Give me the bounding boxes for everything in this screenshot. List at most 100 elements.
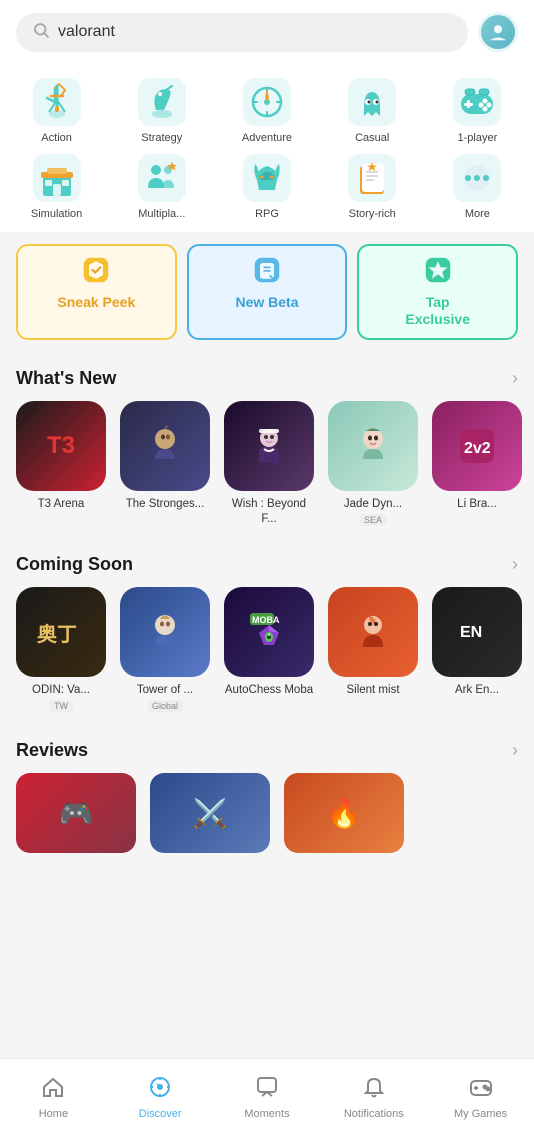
casual-label: Casual bbox=[355, 132, 389, 144]
new-beta-label: New Beta bbox=[235, 294, 298, 310]
tower-name: Tower of ... bbox=[137, 683, 193, 698]
nav-home[interactable]: Home bbox=[0, 1067, 107, 1128]
odin-name: ODIN: Va... bbox=[32, 683, 90, 698]
reviews-title: Reviews bbox=[16, 740, 88, 761]
adventure-icon bbox=[241, 76, 293, 128]
category-storyrich[interactable]: Story-rich bbox=[324, 152, 421, 220]
strongest-name: The Stronges... bbox=[126, 497, 205, 512]
search-icon bbox=[32, 21, 50, 44]
1player-label: 1-player bbox=[458, 132, 498, 144]
whats-new-header: What's New › bbox=[0, 352, 534, 397]
discover-icon bbox=[148, 1075, 172, 1105]
bottom-nav: Home Discover Moments bbox=[0, 1058, 534, 1136]
simulation-label: Simulation bbox=[31, 208, 82, 220]
silentmist-name: Silent mist bbox=[346, 683, 399, 698]
jadedyn-tag: SEA bbox=[359, 514, 387, 526]
category-casual[interactable]: Casual bbox=[324, 76, 421, 144]
li-name: Li Bra... bbox=[457, 497, 497, 512]
whats-new-row: T3 T3 Arena The Stronges... bbox=[0, 397, 534, 539]
avatar-icon bbox=[481, 15, 515, 49]
tower-tag: Global bbox=[147, 700, 183, 712]
whats-new-more-icon[interactable]: › bbox=[512, 368, 518, 389]
category-more[interactable]: More bbox=[429, 152, 526, 220]
category-action[interactable]: Action bbox=[8, 76, 105, 144]
ark-name: Ark En... bbox=[455, 683, 499, 698]
game-ark[interactable]: EN Ark En... bbox=[432, 587, 522, 712]
strategy-icon bbox=[136, 76, 188, 128]
game-strongest[interactable]: The Stronges... bbox=[120, 401, 210, 527]
nav-notifications[interactable]: Notifications bbox=[320, 1067, 427, 1128]
search-bar bbox=[0, 0, 534, 64]
1player-icon bbox=[451, 76, 503, 128]
nav-moments-label: Moments bbox=[244, 1108, 289, 1120]
category-strategy[interactable]: Strategy bbox=[113, 76, 210, 144]
home-icon bbox=[41, 1075, 65, 1105]
wishbeyond-name: Wish : Beyond F... bbox=[224, 497, 314, 527]
tap-exclusive-label: TapExclusive bbox=[405, 294, 470, 328]
sneak-peek-label: Sneak Peek bbox=[57, 294, 135, 310]
nav-my-games[interactable]: My Games bbox=[427, 1067, 534, 1128]
tap-exclusive-icon bbox=[424, 256, 452, 290]
tap-exclusive-tab[interactable]: TapExclusive bbox=[357, 244, 518, 340]
notifications-icon bbox=[362, 1075, 386, 1105]
new-beta-tab[interactable]: New Beta bbox=[187, 244, 348, 340]
game-jadedyn[interactable]: Jade Dyn... SEA bbox=[328, 401, 418, 527]
category-1player[interactable]: 1-player bbox=[429, 76, 526, 144]
moments-icon bbox=[255, 1075, 279, 1105]
search-input-wrap bbox=[16, 13, 468, 52]
category-multiplayer[interactable]: Multipla... bbox=[113, 152, 210, 220]
game-odin[interactable]: 奥丁 ODIN: Va... TW bbox=[16, 587, 106, 712]
nav-my-games-label: My Games bbox=[454, 1108, 507, 1120]
coming-soon-more-icon[interactable]: › bbox=[512, 554, 518, 575]
game-silentmist[interactable]: Silent mist bbox=[328, 587, 418, 712]
category-rpg[interactable]: RPG bbox=[218, 152, 315, 220]
game-wishbeyond[interactable]: Wish : Beyond F... bbox=[224, 401, 314, 527]
search-input[interactable] bbox=[58, 23, 452, 41]
svg-text:奥丁: 奥丁 bbox=[37, 622, 77, 646]
categories-grid: Action Strategy bbox=[0, 64, 534, 232]
nav-discover-label: Discover bbox=[139, 1108, 182, 1120]
storyrich-icon bbox=[346, 152, 398, 204]
category-adventure[interactable]: Adventure bbox=[218, 76, 315, 144]
casual-icon bbox=[346, 76, 398, 128]
more-icon bbox=[451, 152, 503, 204]
svg-text:2v2: 2v2 bbox=[464, 440, 491, 457]
odin-tag: TW bbox=[49, 700, 73, 712]
whats-new-title: What's New bbox=[16, 368, 116, 389]
multiplayer-icon bbox=[136, 152, 188, 204]
simulation-icon bbox=[31, 152, 83, 204]
storyrich-label: Story-rich bbox=[349, 208, 396, 220]
reviews-row: 🎮 ⚔️ 🔥 bbox=[0, 769, 534, 865]
nav-home-label: Home bbox=[39, 1108, 68, 1120]
review-card-2[interactable]: ⚔️ bbox=[150, 773, 270, 853]
svg-text:EN: EN bbox=[460, 624, 482, 641]
jadedyn-name: Jade Dyn... bbox=[344, 497, 402, 512]
more-label: More bbox=[465, 208, 490, 220]
strategy-label: Strategy bbox=[141, 132, 182, 144]
nav-moments[interactable]: Moments bbox=[214, 1067, 321, 1128]
review-card-1[interactable]: 🎮 bbox=[16, 773, 136, 853]
app-container: Action Strategy bbox=[0, 0, 534, 945]
nav-notifications-label: Notifications bbox=[344, 1108, 404, 1120]
tab-buttons: Sneak Peek New Beta TapEx bbox=[0, 232, 534, 352]
autochess-name: AutoChess Moba bbox=[225, 683, 313, 698]
reviews-more-icon[interactable]: › bbox=[512, 740, 518, 761]
rpg-label: RPG bbox=[255, 208, 279, 220]
action-label: Action bbox=[41, 132, 72, 144]
action-icon bbox=[31, 76, 83, 128]
game-tower[interactable]: Tower of ... Global bbox=[120, 587, 210, 712]
nav-discover[interactable]: Discover bbox=[107, 1067, 214, 1128]
game-li[interactable]: 2v2 Li Bra... bbox=[432, 401, 522, 527]
coming-soon-title: Coming Soon bbox=[16, 554, 133, 575]
sneak-peek-tab[interactable]: Sneak Peek bbox=[16, 244, 177, 340]
t3arena-name: T3 Arena bbox=[38, 497, 85, 512]
game-autochess[interactable]: MOBA AutoChess Moba bbox=[224, 587, 314, 712]
game-t3arena[interactable]: T3 T3 Arena bbox=[16, 401, 106, 527]
t3arena-thumb-text: T3 bbox=[47, 432, 75, 460]
avatar-button[interactable] bbox=[478, 12, 518, 52]
new-beta-icon bbox=[253, 256, 281, 290]
review-card-3[interactable]: 🔥 bbox=[284, 773, 404, 853]
adventure-label: Adventure bbox=[242, 132, 292, 144]
category-simulation[interactable]: Simulation bbox=[8, 152, 105, 220]
my-games-icon bbox=[469, 1075, 493, 1105]
